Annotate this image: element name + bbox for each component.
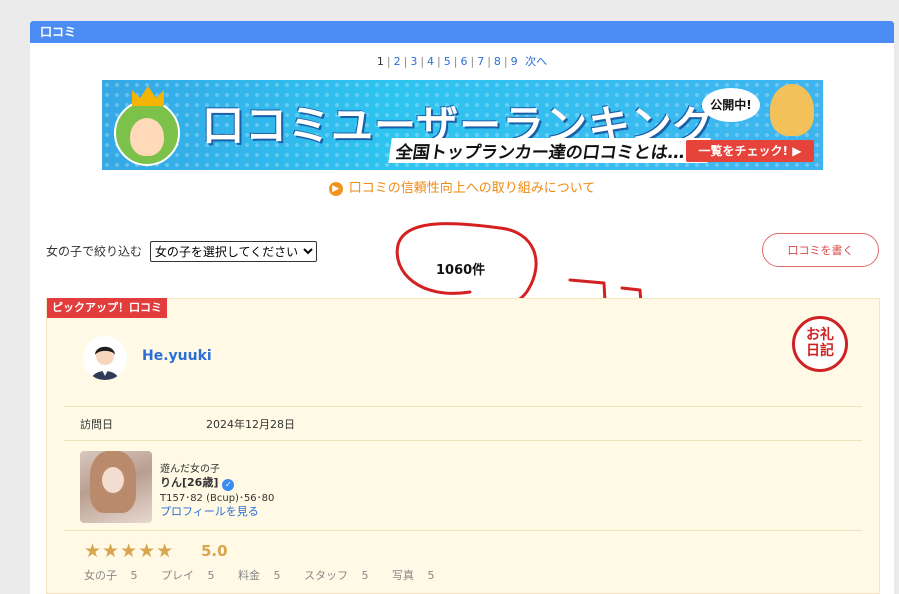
page-link-2[interactable]: 2 <box>394 55 401 68</box>
pickup-label: ピックアップ！口コミ <box>47 298 167 318</box>
visit-date-label: 訪問日 <box>80 418 113 431</box>
sub-score-price: 料金 5 <box>238 569 281 582</box>
banner-check-button[interactable]: 一覧をチェック! ▶ <box>686 140 814 162</box>
thanks-diary-stamp: お礼日記 <box>792 316 848 372</box>
sub-score-photo: 写真 5 <box>392 569 435 582</box>
page-link-7[interactable]: 7 <box>477 55 484 68</box>
pagination: 1 | 2 | 3 | 4 | 5 | 6 | 7 | 8 | 9 次へ <box>376 55 548 68</box>
page-link-8[interactable]: 8 <box>494 55 501 68</box>
girl-specs: T157･82 (Bcup)･56･80 <box>160 493 275 504</box>
girl-name-text: りん[26歳] <box>160 476 219 489</box>
visit-date-value: 2024年12月28日 <box>206 418 295 431</box>
page-link-3[interactable]: 3 <box>410 55 417 68</box>
next-page-link[interactable]: 次へ <box>525 55 547 68</box>
king-character-icon <box>114 100 180 166</box>
trust-info-link[interactable]: ▶ 口コミの信頼性向上への取り組みについて <box>30 177 894 196</box>
play-circle-icon: ▶ <box>328 182 343 196</box>
review-count: 1060件 <box>436 263 486 278</box>
divider <box>64 530 862 531</box>
page-link-9[interactable]: 9 <box>511 55 518 68</box>
rating-stars: ★★★★★ <box>84 540 175 562</box>
page-link-6[interactable]: 6 <box>460 55 467 68</box>
girl-filter: 女の子で絞り込む 女の子を選択してください <box>46 241 317 262</box>
glasses-character-icon <box>770 84 814 136</box>
sub-scores: 女の子 5 プレイ 5 料金 5 スタッフ 5 写真 5 <box>84 567 455 583</box>
page-link-1: 1 <box>376 55 384 68</box>
trust-info-label[interactable]: 口コミの信頼性向上への取り組みについて <box>349 181 596 196</box>
divider <box>64 406 862 407</box>
banner-open-badge: 公開中! <box>702 88 760 122</box>
ranking-banner[interactable]: 口コミユーザーランキング 全国トップランカー達の口コミとは…!? 公開中! 一覧… <box>102 80 823 170</box>
played-girl-label: 遊んだ女の子 <box>160 464 220 475</box>
girl-filter-select[interactable]: 女の子を選択してください <box>149 241 317 262</box>
sub-score-girl: 女の子 5 <box>84 569 138 582</box>
page-link-4[interactable]: 4 <box>427 55 434 68</box>
view-profile-link[interactable]: プロフィールを見る <box>160 503 259 519</box>
review-username[interactable]: He.yuuki <box>142 348 212 364</box>
user-avatar <box>83 336 127 380</box>
sub-score-staff: スタッフ 5 <box>304 569 369 582</box>
banner-sub-text: 全国トップランカー達の口コミとは…!? <box>388 138 711 163</box>
page-link-5[interactable]: 5 <box>444 55 451 68</box>
sub-score-play: プレイ 5 <box>161 569 215 582</box>
write-review-button[interactable]: 口コミを書く <box>762 233 879 267</box>
girl-filter-label: 女の子で絞り込む <box>46 244 143 259</box>
girl-photo[interactable] <box>80 451 152 523</box>
stamp-text: お礼日記 <box>806 327 834 359</box>
rating-score: 5.0 <box>201 542 228 560</box>
divider <box>64 440 862 441</box>
section-header: 口コミ <box>30 21 894 43</box>
